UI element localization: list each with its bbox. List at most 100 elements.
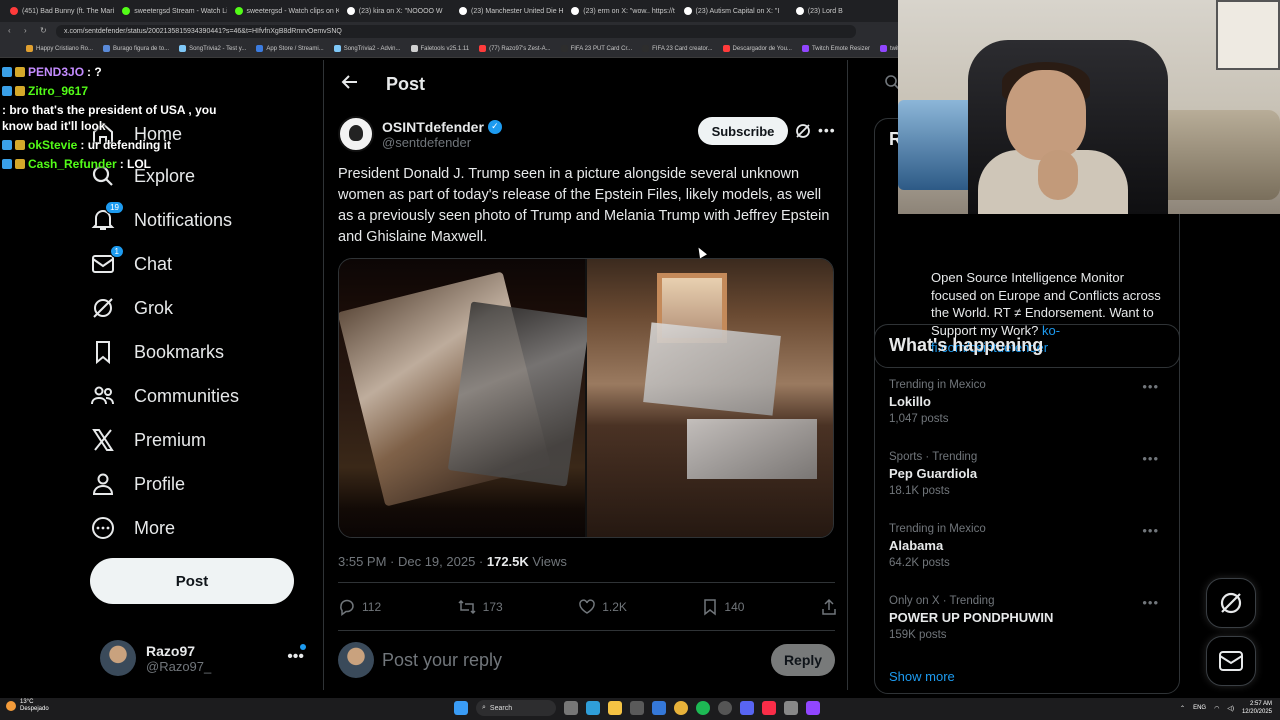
bookmark-item[interactable]: Descargador de You... <box>722 45 792 52</box>
post-text: President Donald J. Trump seen in a pict… <box>338 166 830 245</box>
bookmark-item[interactable]: SongTrivia2 - Advin... <box>333 45 401 52</box>
sidebar-item-premium[interactable]: Premium <box>90 420 206 460</box>
bookmark-item[interactable]: SongTrivia2 - Test y... <box>179 45 246 52</box>
account-switcher[interactable]: Razo97 @Razo97_ ••• <box>100 638 310 678</box>
post-timestamp[interactable]: 3:55 PM · Dec 19, 2025 · <box>338 554 487 569</box>
reply-button[interactable]: Reply <box>771 644 835 676</box>
twitch-icon[interactable] <box>806 701 820 715</box>
trend-item[interactable]: Sports · Trending Pep Guardiola 18.1K post… <box>889 451 1169 497</box>
tab-favicon-icon <box>234 7 243 15</box>
more-horizontal-icon[interactable]: ••• <box>1142 451 1159 466</box>
sidebar-item-profile[interactable]: Profile <box>90 464 185 504</box>
media-photo-2[interactable] <box>587 259 833 537</box>
more-horizontal-icon[interactable]: ••• <box>1142 595 1159 610</box>
volume-icon[interactable]: ◁) <box>1227 705 1234 712</box>
trend-item[interactable]: Trending in Mexico Lokillo 1,047 posts ••• <box>889 379 1169 425</box>
chevron-up-icon[interactable]: ⌃ <box>1180 705 1185 712</box>
bookmark-favicon-icon <box>801 45 809 52</box>
post-media[interactable] <box>338 258 834 538</box>
windows-start-icon[interactable] <box>454 701 468 715</box>
author-name[interactable]: OSINTdefender <box>382 119 484 135</box>
bookmark-label: Faletools v25.1.11 <box>420 45 470 52</box>
sidebar-item-bookmarks[interactable]: Bookmarks <box>90 332 224 372</box>
more-horizontal-icon[interactable]: ••• <box>1142 379 1159 394</box>
back-nav-icon[interactable]: ‹ <box>8 27 16 35</box>
post-author[interactable]: OSINTdefender ✓ @sentdefender <box>338 116 502 152</box>
repost-action[interactable]: 173 <box>457 598 503 616</box>
sidebar-item-communities[interactable]: Communities <box>90 376 239 416</box>
trend-name: Pep Guardiola <box>889 466 978 481</box>
reload-icon[interactable]: ↻ <box>40 27 48 35</box>
sidebar-item-notifications[interactable]: 19 Notifications <box>90 200 232 240</box>
back-arrow-icon[interactable] <box>340 72 360 97</box>
spotify-icon[interactable] <box>696 701 710 715</box>
media-photo-1[interactable] <box>339 259 591 537</box>
sidebar-item-chat[interactable]: 1 Chat <box>90 244 172 284</box>
music-icon[interactable] <box>762 701 776 715</box>
clock[interactable]: 2:57 AM 12/20/2025 <box>1242 700 1272 716</box>
share-action[interactable] <box>820 598 838 616</box>
bookmark-item[interactable]: FIFA 23 PUT Card Cr... <box>560 45 632 52</box>
bookmark-item[interactable]: Burago figura de to... <box>103 45 169 52</box>
browser-tab[interactable]: sweetergsd Stream - Watch Live <box>116 2 227 20</box>
task-view-icon[interactable] <box>564 701 578 715</box>
browser-tab[interactable]: (23) Manchester United Die Ha <box>453 2 563 20</box>
address-input[interactable]: x.com/sentdefender/status/20021358159343… <box>56 24 856 38</box>
sidebar-item-more[interactable]: More <box>90 508 175 548</box>
bookmark-item[interactable]: (77) Razo97's Zest-A... <box>479 45 551 52</box>
taskbar-search[interactable]: ⌕ Search <box>476 700 556 716</box>
browser-tab[interactable]: (23) erm on X: "wow.. https://t <box>565 2 675 20</box>
tab-label: sweetergsd Stream - Watch Live <box>134 7 227 15</box>
bookmark-label: SongTrivia2 - Advin... <box>343 45 401 52</box>
subscribe-button[interactable]: Subscribe <box>698 117 788 145</box>
browser-tab[interactable]: (23) kira on X: "NOOOO W <box>341 2 451 20</box>
more-horizontal-icon[interactable]: ••• <box>818 122 836 138</box>
file-explorer-icon[interactable] <box>608 701 622 715</box>
bookmark-label: Twitch Emote Resizer <box>811 45 870 52</box>
discord-icon[interactable] <box>740 701 754 715</box>
bookmark-item[interactable]: FIFA 23 Card creator... <box>642 45 713 52</box>
sidebar-item-grok[interactable]: Grok <box>90 288 173 328</box>
mail-app-icon[interactable] <box>652 701 666 715</box>
browser-tab[interactable]: (451) Bad Bunny (ft. The Marías) <box>4 2 114 20</box>
browser-tab[interactable]: sweetergsd - Watch clips on Kick <box>229 2 339 20</box>
language-indicator[interactable]: ENG <box>1193 705 1206 711</box>
bookmark-favicon-icon <box>410 45 418 52</box>
sidebar-item-label: Communities <box>134 385 240 406</box>
forward-nav-icon[interactable]: › <box>24 27 32 35</box>
bookmark-favicon-icon <box>479 45 487 52</box>
bookmark-item[interactable]: App Store / Streami... <box>256 45 324 52</box>
chrome-icon[interactable] <box>674 701 688 715</box>
bookmark-action[interactable]: 140 <box>702 598 744 616</box>
store-icon[interactable] <box>630 701 644 715</box>
like-count: 1.2K <box>602 600 627 614</box>
like-action[interactable]: 1.2K <box>578 598 627 616</box>
weather-widget[interactable]: 13°C Despejado <box>6 699 49 713</box>
grok-fab-button[interactable] <box>1206 578 1256 628</box>
reply-input[interactable]: Post your reply <box>382 650 763 671</box>
sidebar-item-label: Premium <box>134 429 207 450</box>
chat-badge-icon <box>2 67 12 77</box>
browser-tab[interactable]: (23) Autism Capital on X: "I <box>678 2 788 20</box>
bookmark-favicon-icon <box>26 45 33 52</box>
messages-fab-button[interactable] <box>1206 636 1256 686</box>
post-button[interactable]: Post <box>90 558 294 604</box>
taskbar-search-label: Search <box>489 704 513 712</box>
trend-item[interactable]: Only on X · Trending POWER UP PONDPHUWIN 1… <box>889 595 1169 641</box>
bookmark-item[interactable]: Happy Cristiano Ro... <box>26 45 93 52</box>
author-avatar[interactable] <box>338 116 374 152</box>
bookmark-item[interactable]: Faletools v25.1.11 <box>410 45 470 52</box>
settings-icon[interactable] <box>784 701 798 715</box>
more-horizontal-icon[interactable]: ••• <box>287 648 304 666</box>
wifi-icon[interactable]: ◠ <box>1214 705 1219 712</box>
trend-item[interactable]: Trending in Mexico Alabama 64.2K posts ••• <box>889 523 1169 569</box>
bookmark-item[interactable]: Twitch Emote Resizer <box>801 45 870 52</box>
obs-icon[interactable] <box>718 701 732 715</box>
show-more-link[interactable]: Show more <box>889 669 955 684</box>
grok-icon[interactable] <box>794 122 812 140</box>
reply-action[interactable]: 112 <box>338 598 381 616</box>
more-horizontal-icon[interactable]: ••• <box>1142 523 1159 538</box>
browser-tab[interactable]: (23) Lord B <box>790 2 900 20</box>
edge-icon[interactable] <box>586 701 600 715</box>
author-handle[interactable]: @sentdefender <box>382 135 502 150</box>
